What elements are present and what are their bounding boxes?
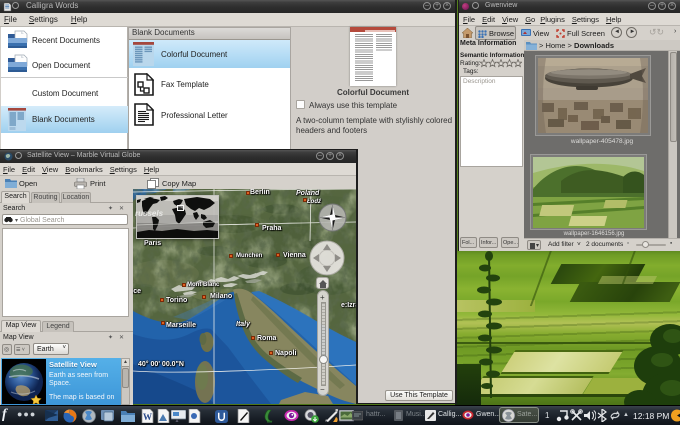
svg-text:W: W [143, 412, 152, 422]
